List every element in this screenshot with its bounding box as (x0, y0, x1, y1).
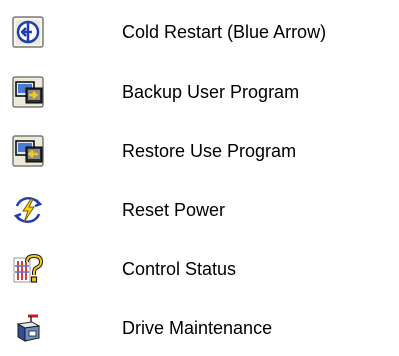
legend-item-reset-power: Reset Power (0, 190, 399, 230)
legend-item-control-status: Control Status (0, 249, 399, 289)
legend-label: Restore Use Program (122, 141, 297, 161)
legend-item-restore-user-program: Restore Use Program (0, 131, 399, 171)
legend-item-cold-restart: Cold Restart (Blue Arrow) (0, 12, 399, 52)
backup-user-program-icon[interactable] (12, 76, 44, 108)
legend-item-drive-maintenance: Drive Maintenance (0, 308, 399, 348)
toolbar-icon-legend: Cold Restart (Blue Arrow) Backup User Pr… (0, 0, 399, 356)
legend-label: Cold Restart (Blue Arrow) (122, 22, 327, 42)
control-status-icon[interactable] (12, 253, 44, 285)
legend-item-backup-user-program: Backup User Program (0, 72, 399, 112)
reset-power-icon[interactable] (12, 194, 44, 226)
legend-label: Reset Power (122, 200, 226, 220)
drive-maintenance-icon[interactable] (12, 312, 44, 344)
restore-user-program-icon[interactable] (12, 135, 44, 167)
cold-restart-icon[interactable] (12, 16, 44, 48)
legend-label: Control Status (122, 259, 237, 279)
legend-label: Backup User Program (122, 82, 300, 102)
legend-label: Drive Maintenance (122, 318, 273, 338)
